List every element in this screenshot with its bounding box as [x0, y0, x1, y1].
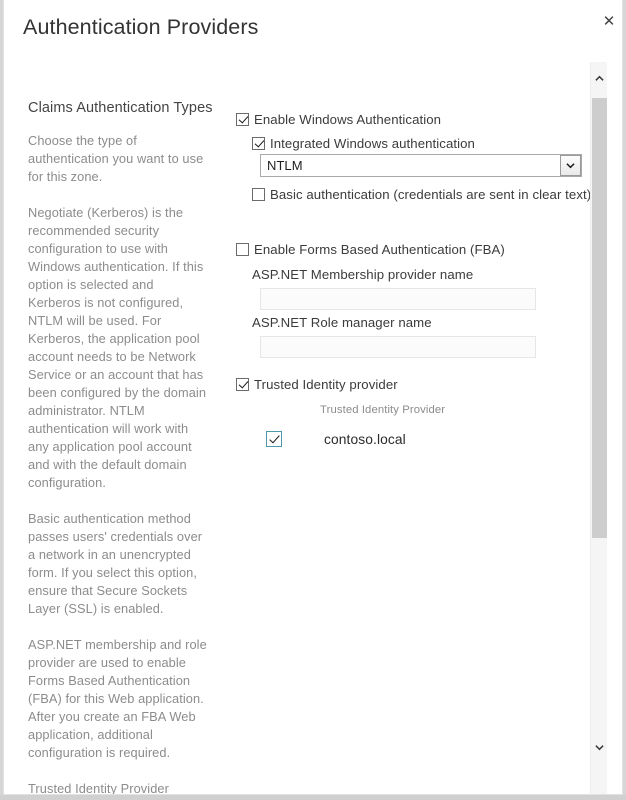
trusted-identity-provider-checkbox[interactable] [236, 378, 249, 391]
basic-authentication-row[interactable]: Basic authentication (credentials are se… [252, 187, 591, 202]
chevron-up-glyph [594, 75, 604, 81]
trusted-identity-provider-row[interactable]: Trusted Identity provider [236, 377, 398, 392]
table-row[interactable]: contoso.local [266, 426, 566, 452]
role-manager-input[interactable] [260, 336, 536, 358]
basic-authentication-label: Basic authentication (credentials are se… [270, 187, 592, 202]
enable-fba-label: Enable Forms Based Authentication (FBA) [254, 242, 505, 257]
trusted-identity-provider-column-header: Trusted Identity Provider [320, 404, 446, 416]
scrollbar-thumb[interactable] [592, 98, 607, 538]
dialog-scroll-area: Claims Authentication Types Choose the t… [4, 50, 622, 794]
screen: Authentication Providers ✕ Claims Authen… [0, 0, 626, 800]
trusted-provider-contoso-checkbox[interactable] [266, 431, 282, 447]
integrated-windows-authentication-label: Integrated Windows authentication [270, 136, 475, 151]
authentication-providers-dialog: Authentication Providers ✕ Claims Authen… [3, 0, 623, 795]
membership-provider-input[interactable] [260, 288, 536, 310]
enable-windows-authentication-checkbox[interactable] [236, 113, 249, 126]
enable-windows-authentication-row[interactable]: Enable Windows Authentication [236, 112, 441, 127]
integrated-mode-select-value: NTLM [267, 158, 303, 173]
close-icon[interactable]: ✕ [596, 8, 622, 34]
description-column: Claims Authentication Types Choose the t… [28, 100, 213, 794]
scroll-down-icon[interactable] [591, 739, 607, 756]
description-paragraph-2: Negotiate (Kerberos) is the recommended … [28, 205, 207, 490]
trusted-identity-provider-label: Trusted Identity provider [254, 377, 398, 392]
description-heading: Claims Authentication Types [28, 100, 213, 116]
vertical-scrollbar[interactable] [590, 62, 607, 794]
integrated-mode-select[interactable]: NTLM [260, 154, 582, 177]
description-paragraph-1: Choose the type of authentication you wa… [28, 133, 204, 184]
basic-authentication-checkbox[interactable] [252, 188, 265, 201]
scroll-up-icon[interactable] [591, 70, 607, 87]
dialog-content: Claims Authentication Types Choose the t… [4, 50, 591, 794]
membership-provider-label: ASP.NET Membership provider name [252, 267, 474, 282]
window-bottom-edge [0, 795, 626, 800]
enable-fba-row[interactable]: Enable Forms Based Authentication (FBA) [236, 242, 505, 257]
chevron-down-glyph [594, 745, 604, 751]
chevron-down-icon[interactable] [560, 155, 581, 176]
integrated-windows-authentication-row[interactable]: Integrated Windows authentication [252, 136, 475, 151]
description-paragraph-5: Trusted Identity Provider Authentication… [28, 781, 169, 794]
page-title: Authentication Providers [23, 15, 259, 39]
role-manager-label: ASP.NET Role manager name [252, 315, 432, 330]
description-paragraph-4: ASP.NET membership and role provider are… [28, 637, 207, 760]
integrated-windows-authentication-checkbox[interactable] [252, 137, 265, 150]
chevron-down-glyph [566, 163, 575, 169]
enable-windows-authentication-label: Enable Windows Authentication [254, 112, 442, 127]
trusted-provider-contoso-label: contoso.local [324, 431, 406, 447]
description-paragraph-3: Basic authentication method passes users… [28, 511, 203, 616]
enable-fba-checkbox[interactable] [236, 243, 249, 256]
